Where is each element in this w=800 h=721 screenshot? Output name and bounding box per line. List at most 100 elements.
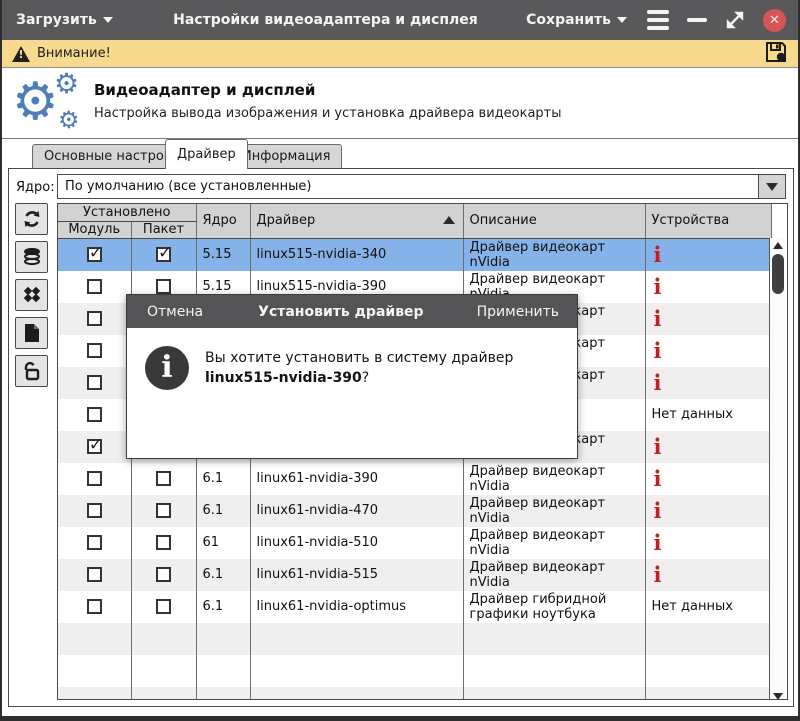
unlock-button[interactable] (15, 355, 48, 387)
package-cell[interactable] (131, 495, 196, 527)
tab-driver[interactable]: Драйвер (165, 139, 248, 169)
package-cell[interactable] (131, 527, 196, 559)
package-cell[interactable] (131, 463, 196, 495)
warning-label: Внимание! (37, 46, 111, 61)
device-info-icon[interactable]: i (646, 372, 662, 393)
module-cell[interactable] (58, 238, 131, 271)
load-menu-label: Загрузить (16, 12, 97, 28)
packages-button[interactable] (15, 279, 48, 311)
package-checkbox[interactable] (156, 599, 171, 614)
column-header-driver[interactable]: Драйвер (250, 204, 463, 238)
module-cell[interactable] (58, 591, 131, 623)
package-checkbox[interactable] (156, 503, 171, 518)
module-cell[interactable] (58, 527, 131, 559)
database-button[interactable] (15, 241, 48, 273)
column-header-description[interactable]: Описание (463, 204, 645, 238)
package-cell[interactable] (131, 238, 196, 271)
table-row[interactable] (58, 623, 771, 655)
file-button[interactable] (15, 317, 48, 349)
package-cell[interactable] (131, 591, 196, 623)
devices-cell (645, 655, 771, 687)
module-cell[interactable] (58, 463, 131, 495)
kernel-filter-value: По умолчанию (все установленные) (58, 179, 758, 194)
kernel-filter-select[interactable]: По умолчанию (все установленные) (57, 174, 786, 199)
maximize-icon[interactable] (725, 10, 745, 30)
refresh-button[interactable] (15, 203, 48, 235)
module-checkbox[interactable] (87, 247, 102, 262)
module-checkbox[interactable] (87, 279, 102, 294)
package-cell (131, 687, 196, 701)
package-checkbox[interactable] (156, 279, 171, 294)
module-cell[interactable] (58, 559, 131, 591)
table-row[interactable]: 6.1linux61-nvidia-390Драйвер видеокарт n… (58, 463, 771, 495)
column-header-kernel[interactable]: Ядро (196, 204, 250, 238)
table-row[interactable] (58, 655, 771, 687)
package-checkbox[interactable] (156, 471, 171, 486)
table-row[interactable]: 6.1linux61-nvidia-470Драйвер видеокарт n… (58, 495, 771, 527)
driver-cell (250, 687, 463, 701)
module-checkbox[interactable] (87, 407, 102, 422)
close-icon[interactable]: ✕ (763, 9, 786, 32)
devices-cell: Нет данных (645, 399, 771, 431)
device-info-icon[interactable]: i (646, 308, 662, 329)
module-cell[interactable] (58, 495, 131, 527)
module-checkbox[interactable] (87, 343, 102, 358)
column-header-installed[interactable]: Установлено (58, 204, 196, 221)
module-cell[interactable] (58, 303, 131, 335)
device-info-icon[interactable]: i (646, 468, 662, 489)
combo-dropdown-button[interactable] (758, 175, 785, 198)
column-header-devices[interactable]: Устройства (645, 204, 771, 238)
module-checkbox[interactable] (87, 471, 102, 486)
description-cell: Драйвер видеокарт nVidia (463, 559, 645, 591)
minimize-icon[interactable] (687, 18, 707, 22)
table-row[interactable]: 61linux61-nvidia-510Драйвер видеокарт nV… (58, 527, 771, 559)
scroll-up-button[interactable] (770, 238, 786, 253)
module-cell[interactable] (58, 431, 131, 463)
column-header-module[interactable]: Модуль (58, 221, 131, 238)
device-info-icon[interactable]: i (646, 244, 662, 265)
driver-cell: linux61-nvidia-470 (250, 495, 463, 527)
device-info-icon[interactable]: i (646, 564, 662, 585)
device-info-icon[interactable]: i (646, 532, 662, 553)
module-checkbox[interactable] (87, 439, 102, 454)
device-info-icon[interactable]: i (646, 436, 662, 457)
module-checkbox[interactable] (87, 567, 102, 582)
device-info-icon[interactable]: i (646, 500, 662, 521)
package-checkbox[interactable] (156, 247, 171, 262)
chevron-down-icon (103, 17, 113, 23)
module-cell (58, 623, 131, 655)
app-window: Загрузить Настройки видеоадаптера и дисп… (0, 0, 800, 721)
table-row[interactable]: 5.15linux515-nvidia-340Драйвер видеокарт… (58, 238, 771, 271)
package-cell[interactable] (131, 559, 196, 591)
kernel-filter-label: Ядро: (16, 180, 55, 195)
table-row[interactable]: 6.1linux61-nvidia-optimusДрайвер гибридн… (58, 591, 771, 623)
vertical-scrollbar[interactable] (769, 238, 786, 700)
tab-label: Информация (242, 149, 330, 164)
device-info-icon[interactable]: i (646, 340, 662, 361)
module-checkbox[interactable] (87, 503, 102, 518)
module-checkbox[interactable] (87, 375, 102, 390)
module-cell[interactable] (58, 399, 131, 431)
scrollbar-thumb[interactable] (772, 254, 784, 294)
save-menu-button[interactable]: Сохранить (524, 12, 629, 28)
apply-button[interactable]: Применить (459, 304, 577, 320)
table-row[interactable] (58, 687, 771, 701)
module-checkbox[interactable] (87, 599, 102, 614)
table-row[interactable]: 6.1linux61-nvidia-515Драйвер видеокарт n… (58, 559, 771, 591)
package-checkbox[interactable] (156, 567, 171, 582)
module-checkbox[interactable] (87, 311, 102, 326)
column-header-package[interactable]: Пакет (131, 221, 196, 238)
cancel-button[interactable]: Отмена (127, 304, 223, 320)
module-cell[interactable] (58, 271, 131, 303)
module-checkbox[interactable] (87, 535, 102, 550)
package-checkbox[interactable] (156, 535, 171, 550)
load-menu-button[interactable]: Загрузить (2, 12, 127, 28)
save-file-icon[interactable] (764, 40, 788, 68)
driver-cell: linux61-nvidia-515 (250, 559, 463, 591)
dialog-header: Отмена Установить драйвер Применить (127, 295, 577, 328)
scroll-down-button[interactable] (770, 689, 786, 700)
device-info-icon[interactable]: i (646, 276, 662, 297)
module-cell[interactable] (58, 367, 131, 399)
menu-icon[interactable] (647, 10, 669, 30)
module-cell[interactable] (58, 335, 131, 367)
